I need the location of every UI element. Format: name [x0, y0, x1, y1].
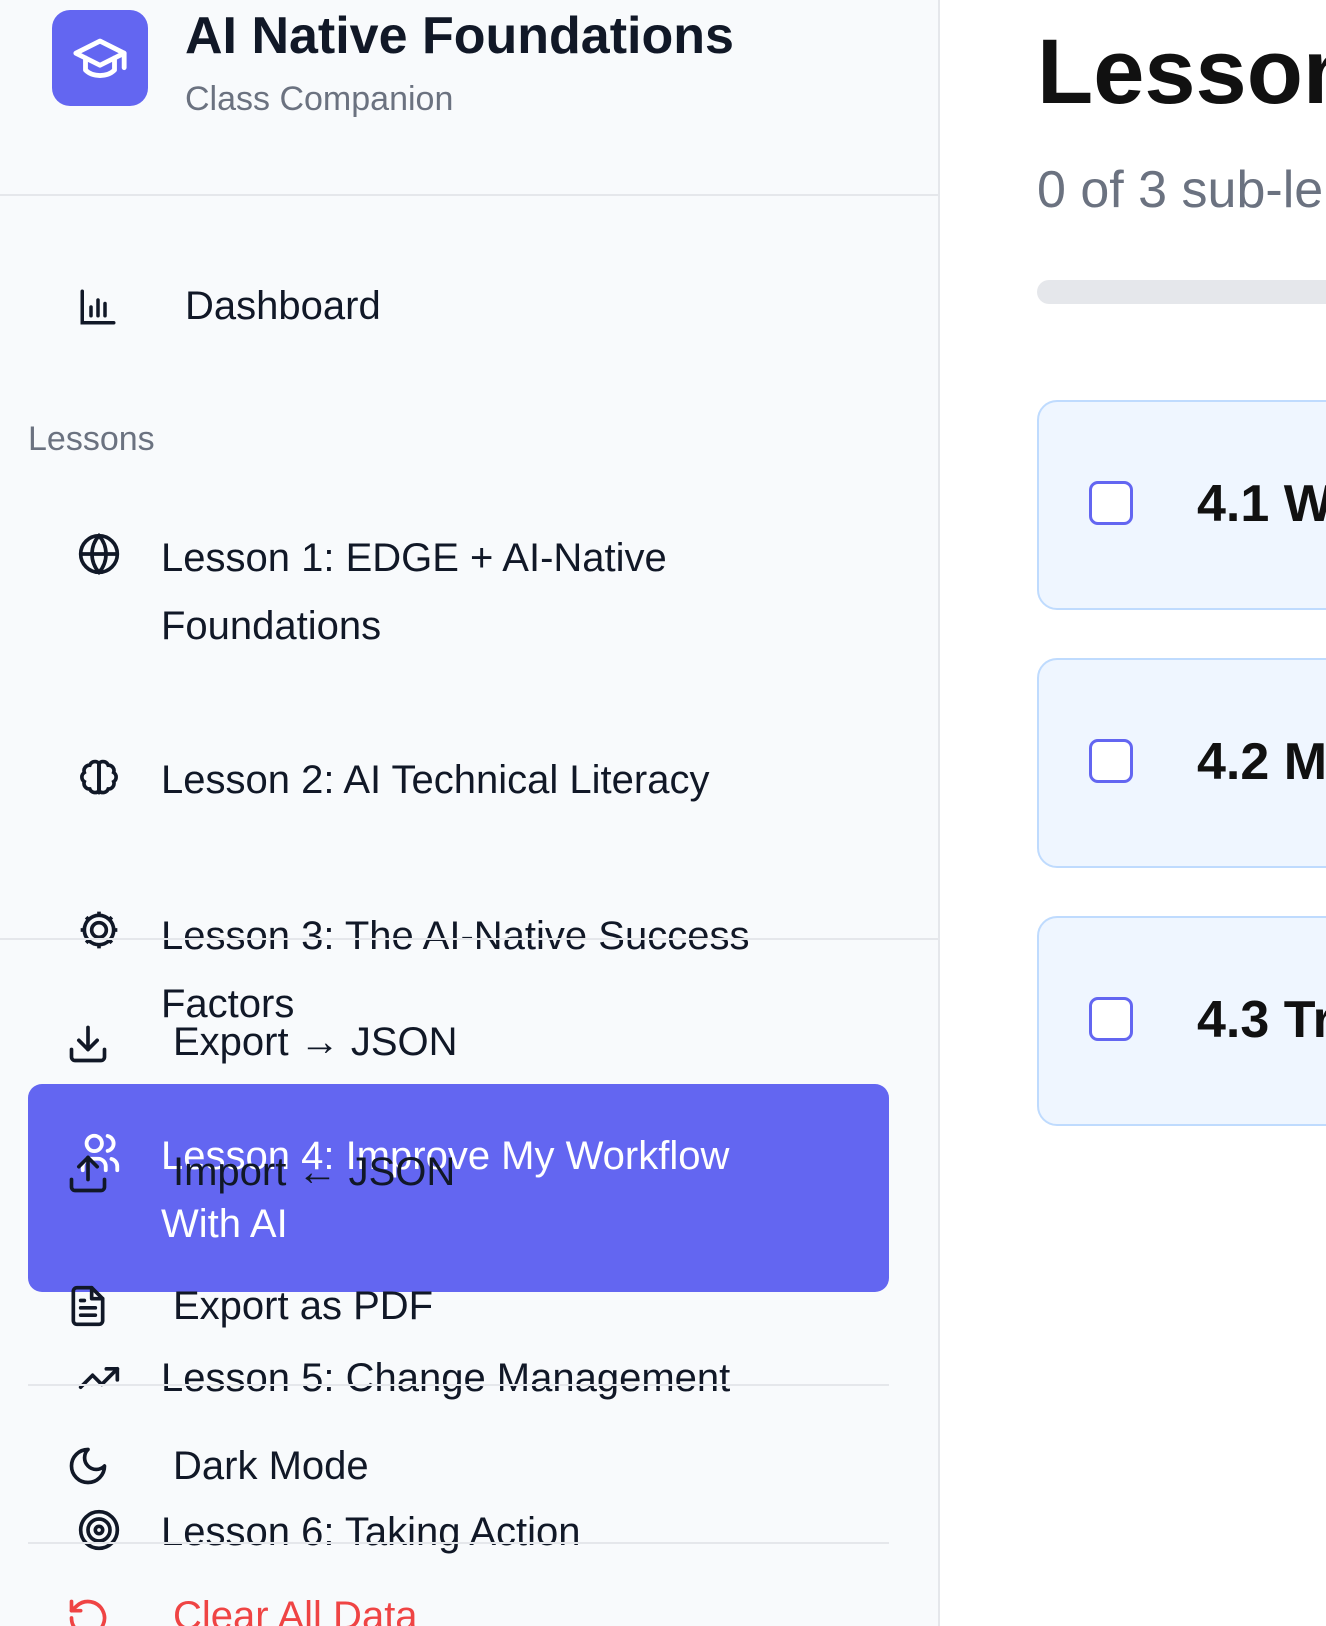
moon-icon: [69, 1447, 107, 1485]
trending-up-icon: [78, 1367, 120, 1389]
brain-icon: [80, 759, 118, 795]
page-title: Lesson: [1037, 21, 1326, 123]
sublesson-checkbox[interactable]: [1089, 997, 1133, 1041]
footer-divider: [0, 938, 938, 940]
main-content: Lesson 0 of 3 sub-le 4.1 W 4.2 M 4.3 Tr: [940, 0, 1326, 1626]
nav-dashboard[interactable]: Dashboard: [185, 284, 381, 329]
target-icon: [78, 1509, 120, 1551]
lesson-title-line: Lesson 2: AI Technical Literacy: [161, 758, 710, 802]
refresh-icon: [69, 1599, 107, 1626]
app-subtitle: Class Companion: [185, 80, 454, 118]
app-logo: [52, 10, 148, 106]
export-pdf-button[interactable]: Export as PDF: [173, 1284, 433, 1329]
sidebar: AI Native Foundations Class Companion Da…: [0, 0, 940, 1626]
app-title: AI Native Foundations: [185, 7, 734, 65]
lesson-title-line: Lesson 5: Change Management: [161, 1356, 731, 1400]
sidebar-item-lesson-5[interactable]: Lesson 5: Change Management: [161, 1344, 730, 1412]
footer-divider: [28, 1542, 889, 1544]
lesson-title-line: Lesson 1: EDGE + AI-Native: [161, 536, 667, 580]
lesson-title-line: Foundations: [161, 604, 382, 648]
lesson-title-line: Lesson 6: Taking Action: [161, 1510, 581, 1554]
sublesson-card[interactable]: 4.2 M: [1037, 658, 1326, 868]
export-json-button[interactable]: Export → JSON: [173, 1020, 458, 1065]
sublesson-card[interactable]: 4.1 W: [1037, 400, 1326, 610]
globe-icon: [78, 532, 120, 576]
lesson-title-line: Lesson 3: The AI-Native Success: [161, 914, 750, 958]
sidebar-item-lesson-3[interactable]: Lesson 3: The AI-Native Success Factors: [161, 902, 749, 1038]
sublesson-title: 4.3 Tr: [1197, 991, 1326, 1049]
footer-divider: [28, 1384, 889, 1386]
dark-mode-toggle[interactable]: Dark Mode: [173, 1444, 369, 1489]
sidebar-item-lesson-1[interactable]: Lesson 1: EDGE + AI-Native Foundations: [161, 524, 667, 660]
sublesson-checkbox[interactable]: [1089, 739, 1133, 783]
progress-bar: [1037, 280, 1326, 304]
file-text-icon: [71, 1285, 105, 1327]
sidebar-item-lesson-6[interactable]: Lesson 6: Taking Action: [161, 1498, 581, 1566]
sublesson-card[interactable]: 4.3 Tr: [1037, 916, 1326, 1126]
graduation-cap-icon: [73, 38, 127, 78]
sublesson-checkbox[interactable]: [1089, 481, 1133, 525]
download-icon: [69, 1025, 107, 1063]
bar-chart-icon: [80, 289, 116, 325]
upload-icon: [69, 1155, 107, 1193]
sublesson-title: 4.1 W: [1197, 475, 1326, 533]
cog-icon: [80, 911, 118, 949]
sublesson-title: 4.2 M: [1197, 733, 1326, 791]
header-divider: [0, 194, 938, 196]
lessons-section-label: Lessons: [28, 420, 155, 458]
lesson-title-line: With AI: [161, 1202, 288, 1246]
clear-data-button[interactable]: Clear All Data: [173, 1594, 418, 1626]
progress-text: 0 of 3 sub-le: [1037, 161, 1324, 219]
import-json-button[interactable]: Import ← JSON: [173, 1150, 455, 1195]
sidebar-item-lesson-2[interactable]: Lesson 2: AI Technical Literacy: [161, 746, 709, 814]
